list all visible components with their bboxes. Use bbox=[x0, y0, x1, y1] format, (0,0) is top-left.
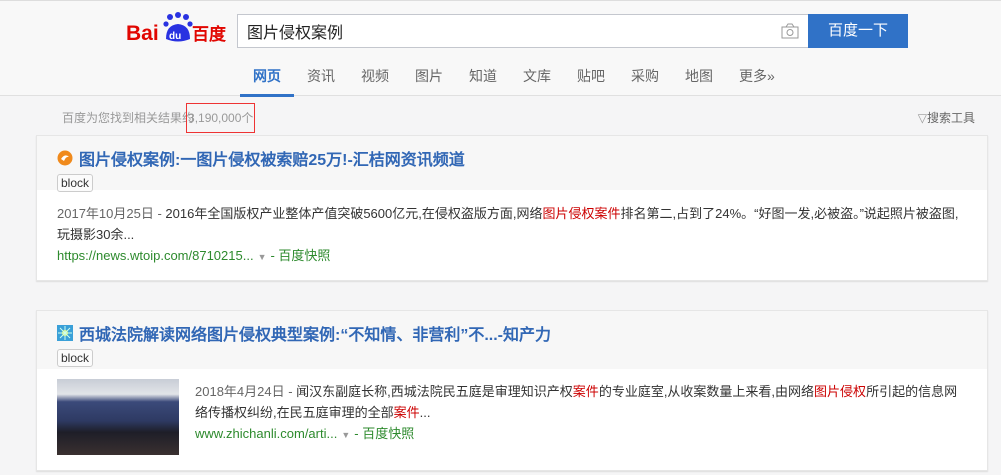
result-date: 2017年10月25日 - bbox=[57, 206, 166, 221]
camera-icon[interactable] bbox=[781, 23, 799, 39]
tab-video[interactable]: 视频 bbox=[348, 65, 402, 97]
caret-down-icon[interactable]: ▼ bbox=[258, 252, 267, 262]
result-url[interactable]: https://news.wtoip.com/8710215... bbox=[57, 248, 254, 263]
stats-suffix: 个 bbox=[241, 111, 254, 125]
tab-news[interactable]: 资讯 bbox=[294, 65, 348, 97]
result-snippet: 2017年10月25日 - 2016年全国版权产业整体产值突破5600亿元,在侵… bbox=[57, 203, 967, 245]
nav-tabs: 网页 资讯 视频 图片 知道 文库 贴吧 采购 地图 更多» bbox=[240, 65, 788, 97]
highlighted-keyword: 图片侵权案件 bbox=[542, 206, 621, 221]
site-favicon-icon bbox=[57, 325, 73, 341]
result-thumbnail[interactable] bbox=[57, 379, 179, 455]
block-tag[interactable]: block bbox=[57, 349, 94, 367]
result-title: 图片侵权案例:一图片侵权被索赔25万!-汇桔网资讯频道 bbox=[79, 152, 465, 169]
svg-text:du: du bbox=[169, 31, 181, 42]
result-snippet: 2018年4月24日 - 闻汉东副庭长称,西城法院民五庭是审理知识产权案件的专业… bbox=[195, 381, 967, 423]
highlighted-keyword: 案件 bbox=[572, 384, 599, 399]
result-count-value: 3,190,000 bbox=[188, 111, 242, 125]
svg-text:Bai: Bai bbox=[126, 22, 159, 45]
tab-more[interactable]: 更多» bbox=[726, 65, 788, 97]
tab-zhidao[interactable]: 知道 bbox=[456, 65, 510, 97]
snippet-segment: ... bbox=[419, 405, 431, 420]
header: Bai du 百度 百度一下 网页 资讯 视频 图片 知道 文库 贴吧 采购 地… bbox=[0, 0, 1001, 97]
result-title-link[interactable]: 图片侵权案例:一图片侵权被索赔25万!-汇桔网资讯频道 bbox=[57, 146, 967, 170]
snippet-text: 闻汉东副庭长称,西城法院民五庭是审理知识产权案件的专业庭室,从收案数量上来看,由… bbox=[195, 384, 957, 420]
snippet-segment: 的专业庭室,从收案数量上来看,由网络 bbox=[598, 384, 815, 399]
tab-tieba[interactable]: 贴吧 bbox=[564, 65, 618, 97]
result-stats: 百度为您找到相关结果约3,190,000个 bbox=[62, 103, 256, 133]
highlighted-keyword: 图片侵权 bbox=[814, 384, 867, 399]
snapshot-link[interactable]: - 百度快照 bbox=[270, 248, 330, 263]
tab-webpage[interactable]: 网页 bbox=[240, 65, 294, 97]
snapshot-link[interactable]: - 百度快照 bbox=[354, 426, 414, 441]
block-tag[interactable]: block bbox=[57, 174, 94, 192]
search-input[interactable] bbox=[238, 15, 758, 47]
search-box bbox=[237, 14, 809, 48]
site-favicon-icon bbox=[57, 150, 73, 166]
tab-purchase[interactable]: 采购 bbox=[618, 65, 672, 97]
result-url[interactable]: www.zhichanli.com/arti... bbox=[195, 426, 337, 441]
result-date: 2018年4月24日 - bbox=[195, 384, 297, 399]
highlighted-keyword: 案件 bbox=[393, 405, 420, 420]
svg-text:百度: 百度 bbox=[192, 24, 227, 45]
tab-images[interactable]: 图片 bbox=[402, 65, 456, 97]
snippet-text: 2016年全国版权产业整体产值突破5600亿元,在侵权盗版方面,网络图片侵权案件… bbox=[57, 206, 959, 242]
search-tools-button[interactable]: ▽搜索工具 bbox=[918, 109, 975, 126]
search-tools-label: 搜索工具 bbox=[926, 111, 975, 125]
stats-prefix: 百度为您找到相关结果约 bbox=[62, 111, 195, 125]
result-card: 西城法院解读网络图片侵权典型案例:“不知情、非营利”不...-知产力 block… bbox=[36, 310, 988, 471]
snippet-segment: 闻汉东副庭长称,西城法院民五庭是审理知识产权 bbox=[296, 384, 573, 399]
tab-map[interactable]: 地图 bbox=[672, 65, 726, 97]
result-card: 图片侵权案例:一图片侵权被索赔25万!-汇桔网资讯频道 block 2017年1… bbox=[36, 135, 988, 281]
baidu-logo[interactable]: Bai du 百度 bbox=[126, 11, 228, 47]
filter-icon: ▽ bbox=[917, 111, 927, 125]
snippet-segment: 2016年全国版权产业整体产值突破5600亿元,在侵权盗版方面,网络 bbox=[165, 206, 543, 221]
result-count: 3,190,000个 bbox=[186, 103, 256, 133]
tab-wenku[interactable]: 文库 bbox=[510, 65, 564, 97]
search-button[interactable]: 百度一下 bbox=[808, 14, 908, 48]
result-title: 西城法院解读网络图片侵权典型案例:“不知情、非营利”不...-知产力 bbox=[79, 327, 551, 344]
caret-down-icon[interactable]: ▼ bbox=[341, 430, 350, 440]
result-title-link[interactable]: 西城法院解读网络图片侵权典型案例:“不知情、非营利”不...-知产力 bbox=[57, 321, 967, 345]
